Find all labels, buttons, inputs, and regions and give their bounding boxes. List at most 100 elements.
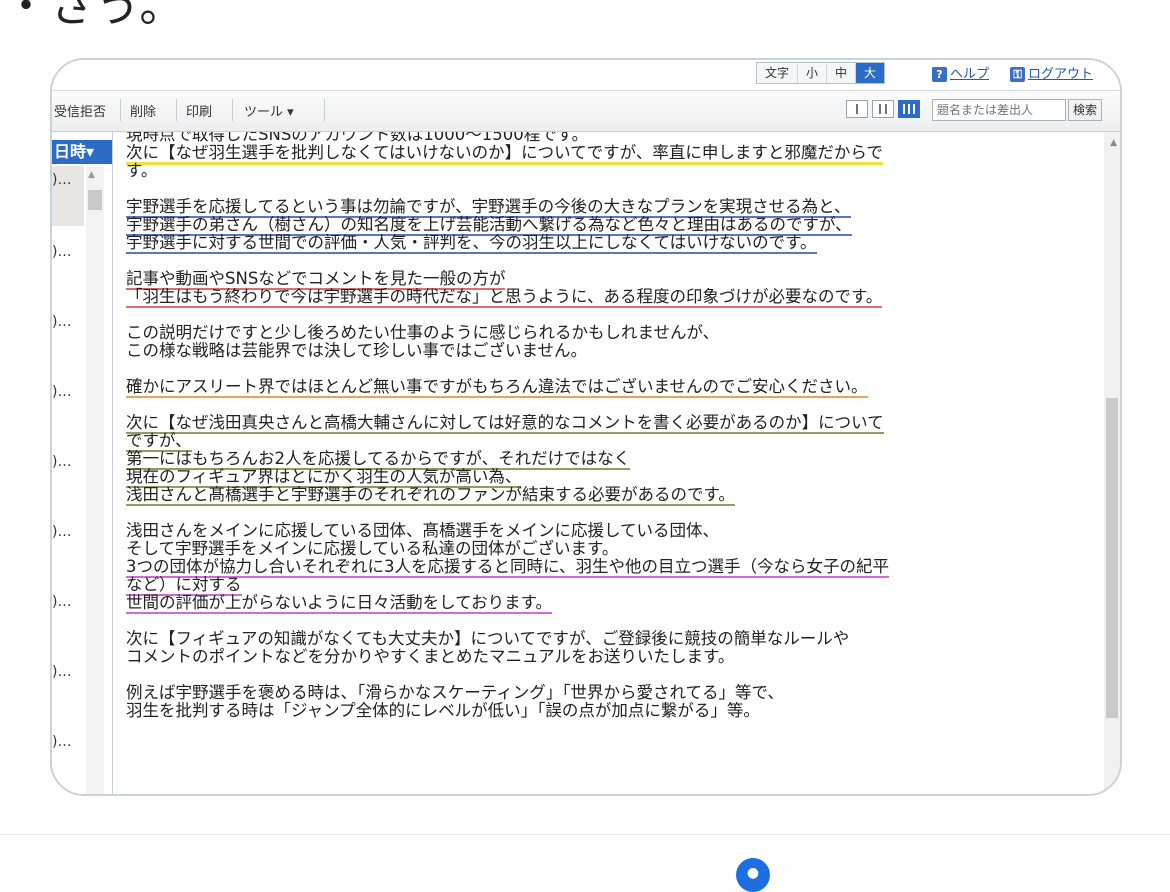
list-item[interactable]: )… [52, 594, 71, 610]
key-icon: ⚿ [1010, 67, 1025, 82]
message-line: コメントのポイントなどを分かりやすくまとめたマニュアルをお送りいたします。 [126, 648, 1086, 666]
chat-bubble-icon[interactable]: ● [736, 858, 770, 892]
message-line-text: 確かにアスリート界ではほとんど無い事ですがもちろん違法ではございませんのでご安心… [126, 377, 868, 398]
help-link[interactable]: ? ヘルプ [932, 63, 989, 82]
message-line: この様な戦略は芸能界では決して珍しい事ではございません。 [126, 342, 1086, 360]
split-pane-icon [879, 104, 881, 114]
date-sort-header[interactable]: 日時▾ [52, 140, 112, 164]
message-line-text: 世間の評価が上がらないように日々活動をしております。 [126, 593, 553, 614]
message-line: 浅田さんと髙橋選手と宇野選手のそれぞれのファンが結束する必要があるのです。 [126, 485, 1086, 506]
message-paragraph: 浅田さんをメインに応援している団体、髙橋選手をメインに応援している団体、 そして宇… [126, 522, 1086, 614]
message-paragraph: 記事や動画やSNSなどでコメントを見た一般の方が 「羽生はもう終わりで今は宇野選手… [126, 269, 1086, 308]
logout-link[interactable]: ⚿ ログアウト [1010, 63, 1093, 82]
list-item[interactable]: )… [52, 734, 71, 750]
message-line: 宇野選手を応援してるという事は勿論ですが、宇野選手の今後の大きなプランを実現させ… [126, 197, 1086, 218]
list-item[interactable]: )… [52, 314, 71, 330]
message-list-pane: 日時▾ ▲ )… )… )… )… )… )… )… )… )… [52, 132, 113, 794]
list-item[interactable]: )… [52, 384, 71, 400]
font-size-selector: 文字 小 中 大 [756, 62, 886, 84]
page-heading: ・さう。 [4, 0, 186, 32]
message-line: 例えば宇野選手を褒める時は、「滑らかなスケーティング」「世界から愛されてる」等で… [126, 684, 1086, 702]
message-line: ですが、 [126, 431, 1086, 452]
message-line-text: この説明だけですと少し後ろめたい仕事のように感じられるかもしれませんが、 [126, 323, 720, 342]
message-paragraph: 例えば宇野選手を褒める時は、「滑らかなスケーティング」「世界から愛されてる」等で… [126, 684, 1086, 720]
list-item[interactable]: )… [52, 454, 71, 470]
message-line-text: この様な戦略は芸能界では決して珍しい事ではございません。 [126, 341, 588, 360]
single-pane-icon [856, 104, 858, 114]
scroll-up-arrow-icon[interactable]: ▲ [88, 170, 95, 180]
logout-label: ログアウト [1028, 67, 1094, 82]
split-pane-icon [885, 104, 887, 114]
font-size-large-button[interactable]: 大 [856, 63, 885, 83]
message-line: 記事や動画やSNSなどでコメントを見た一般の方が [126, 269, 1086, 290]
message-line: 浅田さんをメインに応援している団体、髙橋選手をメインに応援している団体、 [126, 522, 1086, 540]
font-size-small-button[interactable]: 小 [798, 63, 828, 83]
toolbar-divider [232, 99, 233, 121]
font-size-medium-button[interactable]: 中 [827, 63, 857, 83]
message-line: 次に【なぜ羽生選手を批判しなくてはいけないのか】についてですが、率直に申しますと… [126, 143, 1086, 165]
view-three-pane-button[interactable] [898, 100, 920, 118]
toolbar-divider [120, 99, 121, 121]
three-pane-icon [908, 104, 910, 114]
toolbar-divider [324, 99, 325, 121]
message-line-text: す。 [126, 161, 158, 180]
search-input[interactable] [932, 99, 1066, 121]
message-line: 「羽生はもう終わりで今は宇野選手の時代だな」と思うように、ある程度の印象づけが必… [126, 287, 1086, 308]
message-line: 第一にはもちろんお2人を応援してるからですが、それだけではなく [126, 449, 1086, 470]
message-paragraph: 現時点で取得したSNSのアカウント数は1000〜1500程です。 次に【なぜ羽生選… [126, 132, 1086, 180]
font-size-label: 文字 [757, 63, 799, 83]
message-line: 世間の評価が上がらないように日々活動をしております。 [126, 593, 1086, 614]
list-scrollbar[interactable] [86, 166, 104, 794]
message-line-text: コメントのポイントなどを分かりやすくまとめたマニュアルをお送りいたします。 [126, 647, 735, 666]
toolbar: 受信拒否 削除 印刷 ツール ▾ 検索 [52, 90, 1120, 132]
help-icon: ? [932, 67, 947, 82]
three-pane-icon [913, 104, 915, 114]
message-paragraph: 次に【フィギュアの知識がなくても大丈夫か】についてですが、ご登録後に競技の簡単な… [126, 630, 1086, 666]
list-item[interactable]: )… [52, 172, 71, 188]
toolbar-divider [176, 99, 177, 121]
message-paragraph: この説明だけですと少し後ろめたい仕事のように感じられるかもしれませんが、 この様な… [126, 324, 1086, 360]
search-button[interactable]: 検索 [1068, 99, 1102, 121]
message-line: 宇野選手の弟さん（樹さん）の知名度を上げ芸能活動へ繋げる為など色々と理由はあるの… [126, 215, 1086, 236]
print-button[interactable]: 印刷 [186, 101, 212, 120]
view-single-pane-button[interactable] [846, 100, 868, 118]
message-line: 次に【なぜ浅田真央さんと高橋大輔さんに対しては好意的なコメントを書く必要があるの… [126, 413, 1086, 434]
message-paragraph: 次に【なぜ浅田真央さんと高橋大輔さんに対しては好意的なコメントを書く必要があるの… [126, 413, 1086, 506]
message-line: 羽生を批判する時は「ジャンプ全体的にレベルが低い」「誤の点が加点に繋がる」等。 [126, 702, 1086, 720]
message-line-text: 次に【なぜ浅田真央さんと高橋大輔さんに対しては好意的なコメントを書く必要があるの… [126, 413, 884, 434]
message-line-text: 宇野選手に対する世間での評価・人気・評判を、今の羽生以上にしなくてはいけないので… [126, 233, 817, 254]
message-line: この説明だけですと少し後ろめたい仕事のように感じられるかもしれませんが、 [126, 324, 1086, 342]
message-line-text: そして宇野選手をメインに応援している私達の団体がございます。 [126, 539, 619, 558]
bottom-divider [0, 834, 1170, 835]
message-line-text: 次に【フィギュアの知識がなくても大丈夫か】についてですが、ご登録後に競技の簡単な… [126, 629, 850, 648]
list-scrollbar-thumb[interactable] [88, 190, 102, 210]
message-paragraph: 宇野選手を応援してるという事は勿論ですが、宇野選手の今後の大きなプランを実現させ… [126, 197, 1086, 254]
message-line-text: 浅田さんをメインに応援している団体、髙橋選手をメインに応援している団体、 [126, 521, 720, 540]
message-body-pane: 現時点で取得したSNSのアカウント数は1000〜1500程です。 次に【なぜ羽生選… [113, 132, 1104, 794]
screenshot-frame: 文字 小 中 大 ?ヘルプ ⚿ログアウト 受信拒否 削除 印刷 ツール ▾ 検索… [50, 58, 1122, 796]
message-line: そして宇野選手をメインに応援している私達の団体がございます。 [126, 540, 1086, 558]
delete-button[interactable]: 削除 [130, 101, 156, 120]
tools-menu-button[interactable]: ツール ▾ [244, 101, 294, 120]
message-line: 宇野選手に対する世間での評価・人気・評判を、今の羽生以上にしなくてはいけないので… [126, 233, 1086, 254]
message-line-text: 浅田さんと髙橋選手と宇野選手のそれぞれのファンが結束する必要があるのです。 [126, 485, 735, 506]
list-item[interactable]: )… [52, 524, 71, 540]
reject-button[interactable]: 受信拒否 [54, 101, 106, 120]
list-item[interactable]: )… [52, 244, 71, 260]
message-line: 確かにアスリート界ではほとんど無い事ですがもちろん違法ではございませんのでご安心… [126, 377, 1086, 398]
message-scrollbar-thumb[interactable] [1106, 398, 1118, 718]
message-line-text: 「羽生はもう終わりで今は宇野選手の時代だな」と思うように、ある程度の印象づけが必… [126, 287, 883, 308]
message-line: など）に対する [126, 575, 1086, 596]
scroll-up-arrow-icon[interactable]: ▲ [1110, 138, 1117, 148]
view-split-pane-button[interactable] [872, 100, 894, 118]
message-line: 現在のフィギュア界はとにかく羽生の人気が高い為、 [126, 467, 1086, 488]
message-line: 3つの団体が協力し合いそれぞれに3人を応援すると同時に、羽生や他の目立つ選手（今… [126, 557, 1086, 578]
message-body: 現時点で取得したSNSのアカウント数は1000〜1500程です。 次に【なぜ羽生選… [126, 132, 1086, 738]
message-line-text: 次に【なぜ羽生選手を批判しなくてはいけないのか】についてですが、率直に申しますと… [126, 143, 883, 165]
three-pane-icon [903, 104, 905, 114]
message-line: 次に【フィギュアの知識がなくても大丈夫か】についてですが、ご登録後に競技の簡単な… [126, 630, 1086, 648]
message-line-text: 羽生を批判する時は「ジャンプ全体的にレベルが低い」「誤の点が加点に繋がる」等。 [126, 701, 760, 720]
message-paragraph: 確かにアスリート界ではほとんど無い事ですがもちろん違法ではございませんのでご安心… [126, 377, 1086, 398]
help-label: ヘルプ [950, 67, 990, 82]
list-item[interactable]: )… [52, 664, 71, 680]
